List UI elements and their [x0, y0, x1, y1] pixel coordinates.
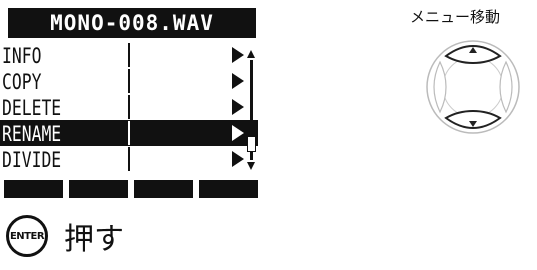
arrow-right-icon — [232, 73, 244, 89]
column-divider — [128, 43, 130, 67]
press-instruction-text: 押す — [64, 222, 124, 257]
file-title: MONO-008.WAV — [8, 8, 256, 38]
arrow-right-icon — [232, 151, 244, 167]
menu-item-label: INFO — [2, 44, 42, 68]
dpad-icon[interactable] — [418, 32, 528, 142]
function-key-1[interactable] — [4, 180, 63, 198]
menu-item-divide[interactable]: DIVIDE — [0, 146, 258, 172]
enter-button-label: ENTER — [9, 230, 45, 242]
dpad-caption: メニュー移動 — [410, 8, 501, 26]
function-key-3[interactable] — [134, 180, 193, 198]
enter-instruction: ENTER 押す — [0, 206, 124, 266]
function-key-2[interactable] — [69, 180, 128, 198]
scrollbar[interactable] — [246, 50, 256, 170]
column-divider — [128, 121, 130, 145]
lcd-screen: MONO-008.WAV INFO COPY DELETE RENAME DIV… — [0, 0, 258, 200]
menu-item-label: COPY — [2, 70, 42, 94]
menu-item-delete[interactable]: DELETE — [0, 94, 258, 120]
menu-item-info[interactable]: INFO — [0, 42, 258, 68]
column-divider — [128, 147, 130, 171]
scroll-down-arrow-icon — [247, 162, 255, 170]
column-divider — [128, 95, 130, 119]
menu-item-label: DIVIDE — [2, 148, 62, 172]
menu-item-label: DELETE — [2, 96, 62, 120]
menu-item-label: RENAME — [2, 122, 62, 146]
menu-item-rename[interactable]: RENAME — [0, 120, 258, 146]
scroll-up-arrow-icon — [247, 50, 255, 58]
menu-item-copy[interactable]: COPY — [0, 68, 258, 94]
scroll-thumb[interactable] — [247, 136, 256, 152]
arrow-right-icon — [232, 47, 244, 63]
enter-button-icon[interactable]: ENTER — [6, 215, 48, 257]
arrow-right-icon — [232, 99, 244, 115]
arrow-right-icon — [232, 125, 244, 141]
column-divider — [128, 69, 130, 93]
function-key-4[interactable] — [199, 180, 258, 198]
function-key-row — [4, 180, 258, 198]
menu-list: INFO COPY DELETE RENAME DIVIDE — [0, 42, 258, 172]
